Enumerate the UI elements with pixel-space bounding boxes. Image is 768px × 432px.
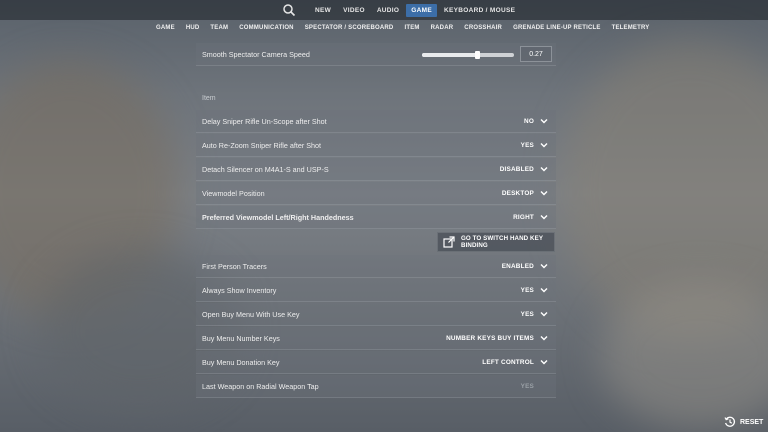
setting-value: YES [520, 382, 534, 390]
setting-dropdown[interactable]: YES [521, 142, 548, 149]
chevron-down-icon [540, 335, 548, 341]
chevron-down-icon [540, 166, 548, 172]
settings-panel: Smooth Spectator Camera Speed 0.27 Item … [196, 43, 558, 403]
subtab-game[interactable]: GAME [156, 25, 175, 31]
chevron-down-icon [540, 190, 548, 196]
subtab-item[interactable]: ITEM [404, 25, 419, 31]
setting-label: Buy Menu Number Keys [202, 333, 280, 343]
setting-dropdown[interactable]: ENABLED [502, 263, 548, 270]
setting-row[interactable]: Buy Menu Donation Key LEFT CONTROL [196, 351, 556, 374]
setting-row: Last Weapon on Radial Weapon Tap YES [196, 375, 556, 398]
setting-row[interactable]: Preferred Viewmodel Left/Right Handednes… [196, 206, 556, 229]
setting-row[interactable]: First Person Tracers ENABLED [196, 255, 556, 278]
setting-value: YES [520, 286, 534, 294]
setting-label: Smooth Spectator Camera Speed [202, 49, 310, 59]
setting-dropdown-disabled: YES [521, 383, 548, 390]
slider-fill [422, 53, 477, 57]
chevron-down-icon [540, 118, 548, 124]
chevron-down-icon [540, 311, 548, 317]
camera-speed-slider[interactable] [422, 51, 514, 59]
slider-handle[interactable] [474, 51, 480, 59]
setting-label: First Person Tracers [202, 261, 267, 271]
nav-keyboard-mouse[interactable]: KEYBOARD / MOUSE [439, 4, 520, 17]
chevron-down-icon [540, 263, 548, 269]
nav-new[interactable]: NEW [310, 4, 336, 17]
setting-label: Viewmodel Position [202, 188, 265, 198]
external-link-icon [443, 233, 455, 252]
search-icon[interactable] [282, 3, 296, 17]
subtab-radar[interactable]: RADAR [431, 25, 454, 31]
setting-value: NO [524, 117, 534, 125]
setting-value: ENABLED [501, 262, 534, 270]
camera-speed-value-input[interactable]: 0.27 [520, 46, 552, 62]
setting-label: Last Weapon on Radial Weapon Tap [202, 381, 319, 391]
setting-row-camera-speed: Smooth Spectator Camera Speed 0.27 [196, 43, 556, 66]
sub-nav: GAME HUD TEAM COMMUNICATION SPECTATOR / … [0, 22, 768, 38]
setting-dropdown[interactable]: DISABLED [500, 166, 548, 173]
chevron-down-icon [540, 142, 548, 148]
setting-value: RIGHT [513, 213, 534, 221]
subtab-grenade-lineup-reticle[interactable]: GRENADE LINE-UP RETICLE [513, 25, 601, 31]
switch-hand-keybinding-button[interactable]: GO TO SWITCH HAND KEY BINDING [437, 232, 555, 252]
keybind-button-label: GO TO SWITCH HAND KEY BINDING [461, 235, 543, 249]
setting-dropdown[interactable]: DESKTOP [502, 190, 548, 197]
setting-row[interactable]: Auto Re-Zoom Sniper Rifle after Shot YES [196, 134, 556, 157]
setting-value: DESKTOP [501, 189, 534, 197]
top-nav: NEW VIDEO AUDIO GAME KEYBOARD / MOUSE [0, 0, 768, 20]
setting-label: Auto Re-Zoom Sniper Rifle after Shot [202, 140, 322, 150]
nav-audio[interactable]: AUDIO [372, 4, 404, 17]
setting-value: YES [520, 310, 534, 318]
setting-dropdown[interactable]: NO [524, 118, 548, 125]
reset-button[interactable]: RESET [724, 413, 763, 432]
setting-row[interactable]: Always Show Inventory YES [196, 279, 556, 302]
setting-row[interactable]: Delay Sniper Rifle Un-Scope after Shot N… [196, 110, 556, 133]
subtab-crosshair[interactable]: CROSSHAIR [464, 25, 502, 31]
setting-dropdown[interactable]: YES [521, 311, 548, 318]
setting-label: Delay Sniper Rifle Un-Scope after Shot [202, 116, 327, 126]
setting-label: Detach Silencer on M4A1-S and USP-S [202, 164, 329, 174]
setting-row[interactable]: Viewmodel Position DESKTOP [196, 182, 556, 205]
reset-clock-icon [724, 413, 736, 432]
setting-label: Preferred Viewmodel Left/Right Handednes… [202, 212, 354, 222]
setting-row[interactable]: Buy Menu Number Keys NUMBER KEYS BUY ITE… [196, 327, 556, 350]
setting-label: Open Buy Menu With Use Key [202, 309, 300, 319]
setting-value: DISABLED [499, 165, 534, 173]
setting-dropdown[interactable]: RIGHT [513, 214, 548, 221]
reset-label: RESET [740, 419, 764, 426]
setting-dropdown[interactable]: NUMBER KEYS BUY ITEMS [446, 335, 548, 342]
setting-dropdown[interactable]: LEFT CONTROL [482, 359, 548, 366]
subtab-hud[interactable]: HUD [186, 25, 200, 31]
subtab-telemetry[interactable]: TELEMETRY [612, 25, 650, 31]
setting-row[interactable]: Open Buy Menu With Use Key YES [196, 303, 556, 326]
subtab-communication[interactable]: COMMUNICATION [239, 25, 293, 31]
nav-game[interactable]: GAME [406, 3, 437, 17]
setting-label: Always Show Inventory [202, 285, 277, 295]
setting-value: YES [520, 141, 534, 149]
chevron-down-icon [540, 287, 548, 293]
setting-row[interactable]: Detach Silencer on M4A1-S and USP-S DISA… [196, 158, 556, 181]
setting-value: NUMBER KEYS BUY ITEMS [446, 334, 534, 342]
subtab-spectator-scoreboard[interactable]: SPECTATOR / SCOREBOARD [305, 25, 394, 31]
nav-video[interactable]: VIDEO [338, 4, 370, 17]
setting-dropdown[interactable]: YES [521, 287, 548, 294]
chevron-down-icon [540, 359, 548, 365]
setting-value: LEFT CONTROL [482, 358, 534, 366]
setting-label: Buy Menu Donation Key [202, 357, 280, 367]
subtab-team[interactable]: TEAM [210, 25, 228, 31]
chevron-down-icon [540, 214, 548, 220]
section-title: Item [202, 95, 216, 102]
